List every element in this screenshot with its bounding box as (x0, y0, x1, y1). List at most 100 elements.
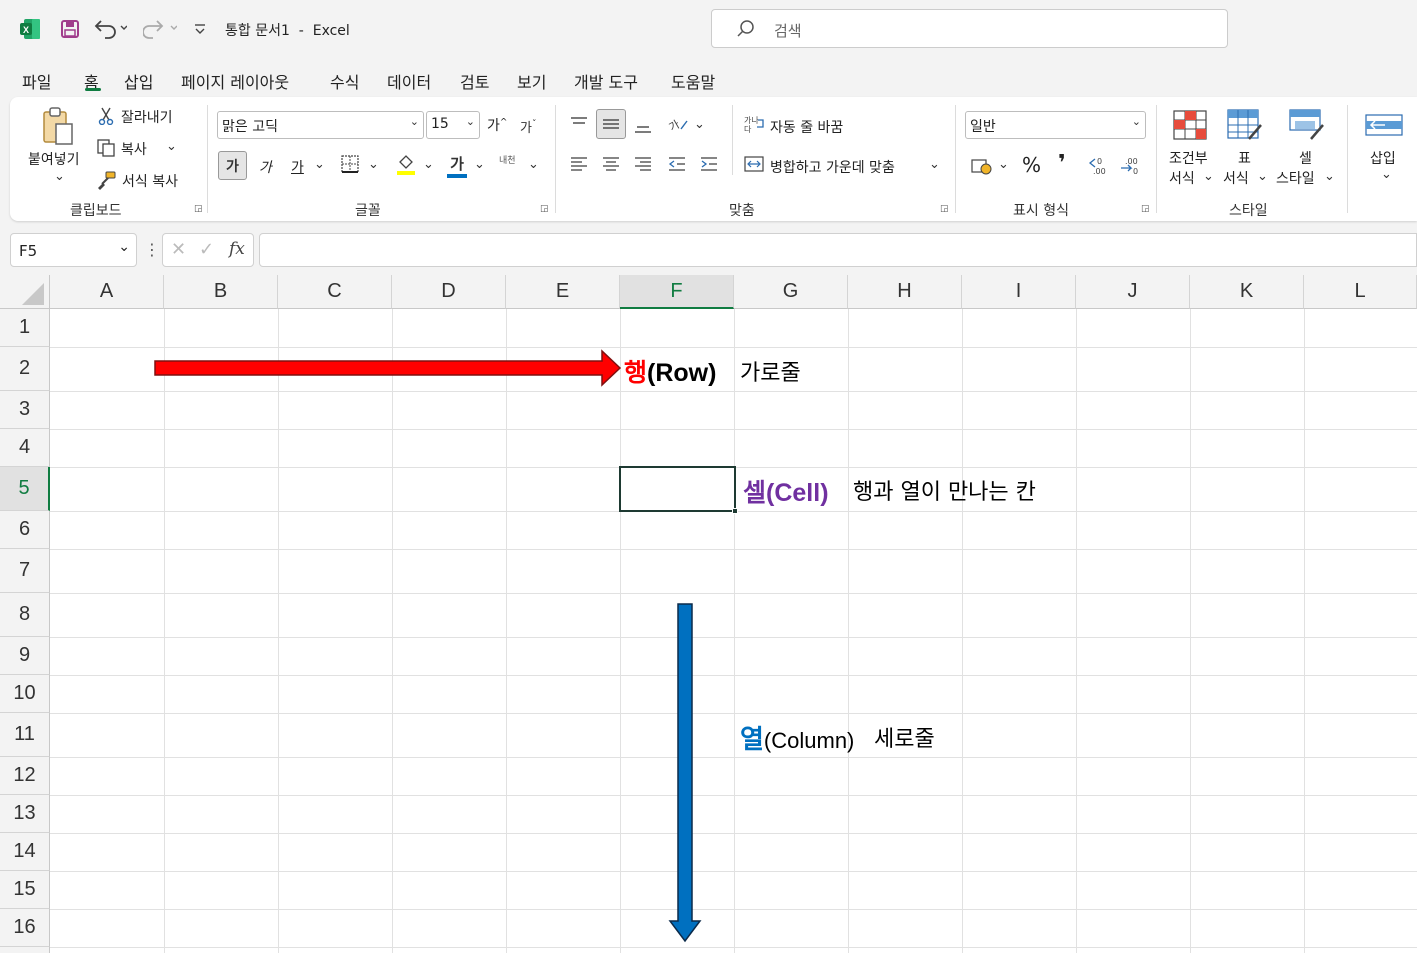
format-as-table-icon[interactable] (1226, 109, 1264, 141)
tab-data[interactable]: 데이터 (387, 69, 431, 93)
column-header-i[interactable]: I (962, 275, 1076, 309)
format-as-table-line1[interactable]: 표 (1238, 148, 1251, 168)
format-painter-button[interactable]: 서식 복사 (122, 171, 178, 191)
tab-view[interactable]: 보기 (517, 69, 546, 93)
row-header-3[interactable]: 3 (0, 391, 50, 429)
decrease-indent-icon[interactable] (666, 153, 688, 175)
merge-dropdown-icon[interactable]: ⌄ (929, 157, 940, 172)
column-header-f[interactable]: F (620, 275, 734, 309)
comma-style-button[interactable]: ❜ (1058, 151, 1066, 176)
format-painter-icon[interactable] (96, 169, 118, 191)
wrap-text-button[interactable]: 자동 줄 바꿈 (770, 117, 843, 137)
column-header-g[interactable]: G (734, 275, 848, 309)
phonetic-dropdown-icon[interactable]: ⌄ (528, 157, 539, 172)
font-size-select[interactable]: 15 ⌄ (426, 111, 480, 139)
tab-insert[interactable]: 삽입 (124, 69, 153, 93)
orientation-dropdown-icon[interactable]: ⌄ (694, 117, 705, 132)
decrease-decimal-icon[interactable]: .00 0 (1118, 153, 1144, 177)
column-header-c[interactable]: C (278, 275, 392, 309)
fill-handle[interactable] (732, 508, 738, 514)
wrap-text-icon[interactable]: 가나 다 (743, 113, 767, 135)
customize-qat-icon[interactable] (192, 20, 208, 38)
column-header-k[interactable]: K (1190, 275, 1304, 309)
phonetic-guide-button[interactable]: 내천 (499, 153, 516, 166)
column-header-d[interactable]: D (392, 275, 506, 309)
save-icon[interactable] (58, 17, 82, 41)
paste-dropdown-icon[interactable]: ⌄ (54, 169, 65, 184)
active-cell-f5[interactable] (619, 466, 736, 512)
fill-color-dropdown-icon[interactable]: ⌄ (423, 157, 434, 172)
column-header-h[interactable]: H (848, 275, 962, 309)
tab-developer[interactable]: 개발 도구 (574, 69, 638, 93)
row-header-14[interactable]: 14 (0, 833, 50, 871)
number-format-select[interactable]: 일반 ⌄ (965, 111, 1146, 139)
cell-styles-line1[interactable]: 셀 (1299, 148, 1312, 168)
increase-indent-icon[interactable] (698, 153, 720, 175)
row-header-7[interactable]: 7 (0, 549, 50, 593)
row-header-6[interactable]: 6 (0, 511, 50, 549)
insert-cells-dropdown-icon[interactable]: ⌄ (1381, 167, 1392, 182)
format-as-table-dropdown-icon[interactable]: ⌄ (1257, 169, 1268, 184)
cell-styles-line2[interactable]: 스타일 (1276, 168, 1315, 188)
align-left-icon[interactable] (568, 153, 590, 175)
increase-font-size-button[interactable]: 가^ (487, 115, 507, 135)
tab-help[interactable]: 도움말 (671, 69, 715, 93)
conditional-formatting-line2[interactable]: 서식 (1169, 168, 1195, 188)
format-as-table-line2[interactable]: 서식 (1223, 168, 1249, 188)
bold-button[interactable]: 가 (218, 151, 247, 180)
cell-styles-icon[interactable] (1288, 109, 1326, 141)
tab-page-layout[interactable]: 페이지 레이아웃 (181, 69, 289, 93)
cancel-icon[interactable]: ✕ (171, 239, 186, 260)
align-center-icon[interactable] (600, 153, 622, 175)
fill-color-icon[interactable] (395, 151, 417, 177)
column-header-b[interactable]: B (164, 275, 278, 309)
cell-styles-dropdown-icon[interactable]: ⌄ (1324, 169, 1335, 184)
align-right-icon[interactable] (632, 153, 654, 175)
decrease-font-size-button[interactable]: 가ˇ (520, 117, 536, 136)
accounting-dropdown-icon[interactable]: ⌄ (998, 157, 1009, 172)
font-color-dropdown-icon[interactable]: ⌄ (474, 157, 485, 172)
row-header-11[interactable]: 11 (0, 713, 50, 757)
enter-icon[interactable]: ✓ (199, 239, 214, 260)
copy-button[interactable]: 복사 (121, 139, 147, 159)
row-header-4[interactable]: 4 (0, 429, 50, 467)
chevron-down-icon[interactable]: ⌄ (118, 239, 130, 255)
copy-icon[interactable] (96, 137, 116, 159)
conditional-formatting-dropdown-icon[interactable]: ⌄ (1203, 169, 1214, 184)
name-box[interactable]: F5 ⌄ (10, 233, 137, 267)
increase-decimal-icon[interactable]: 0.00 (1086, 153, 1112, 177)
percent-style-button[interactable]: % (1022, 153, 1041, 177)
insert-function-button[interactable]: fx (229, 239, 245, 259)
worksheet-grid[interactable]: A B C D E F G H I J K L 1 2 3 4 5 6 7 8 … (0, 275, 1417, 953)
tab-file[interactable]: 파일 (22, 69, 51, 93)
tab-review[interactable]: 검토 (460, 69, 489, 93)
paste-button[interactable]: 붙여넣기 (28, 149, 80, 169)
formula-input[interactable] (259, 233, 1417, 267)
borders-dropdown-icon[interactable]: ⌄ (368, 157, 379, 172)
borders-icon[interactable] (339, 153, 361, 175)
paste-icon[interactable] (38, 105, 78, 149)
undo-icon[interactable] (92, 16, 128, 40)
formula-bar-options-icon[interactable]: ⋮ (144, 240, 160, 260)
underline-dropdown-icon[interactable]: ⌄ (314, 157, 325, 172)
redo-icon[interactable] (142, 16, 178, 40)
row-header-2[interactable]: 2 (0, 347, 50, 391)
column-header-l[interactable]: L (1304, 275, 1417, 309)
alignment-launcher-icon[interactable]: ◲ (940, 204, 950, 214)
column-header-e[interactable]: E (506, 275, 620, 309)
row-header-17[interactable] (0, 947, 50, 953)
italic-button[interactable]: 가 (259, 157, 272, 177)
conditional-formatting-icon[interactable] (1172, 109, 1208, 141)
insert-cells-button[interactable]: 삽입 (1370, 148, 1396, 168)
orientation-icon[interactable]: 가 (666, 113, 690, 135)
row-header-9[interactable]: 9 (0, 637, 50, 675)
align-top-icon[interactable] (568, 113, 590, 135)
insert-cells-icon[interactable] (1364, 109, 1404, 141)
tab-formulas[interactable]: 수식 (330, 69, 359, 93)
font-launcher-icon[interactable]: ◲ (540, 204, 550, 214)
cut-icon[interactable] (96, 105, 116, 127)
font-color-button[interactable]: 가 (446, 151, 468, 179)
accounting-format-icon[interactable] (970, 155, 994, 177)
font-name-select[interactable]: 맑은 고딕 ⌄ (217, 111, 424, 139)
align-middle-icon[interactable] (596, 109, 626, 139)
